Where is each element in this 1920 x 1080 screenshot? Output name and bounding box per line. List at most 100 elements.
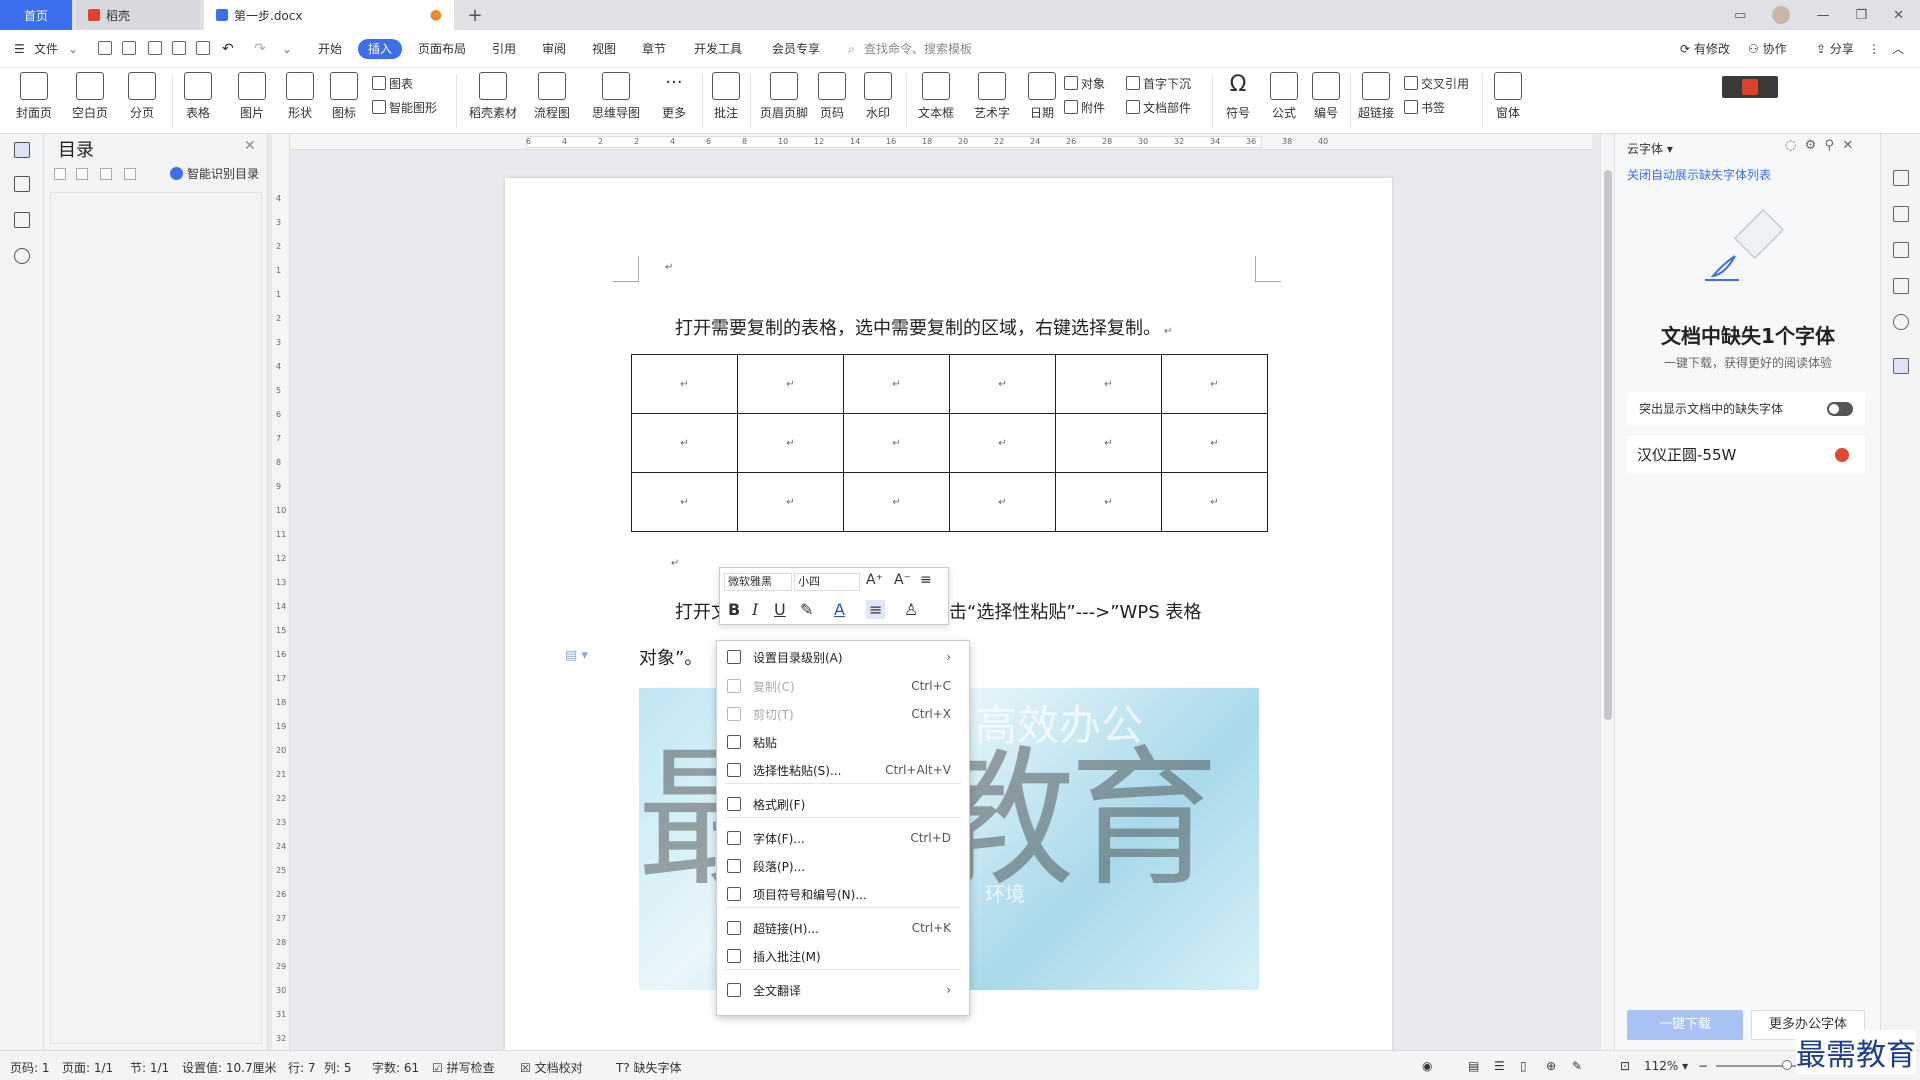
close-icon[interactable]: ✕ <box>244 138 256 154</box>
collapse-all-icon[interactable] <box>76 168 88 180</box>
smart-toc-button[interactable]: 智能识别目录 <box>170 165 259 182</box>
missing-font-item[interactable]: 汉仪正圆-55W <box>1627 436 1865 474</box>
collapse-ribbon-icon[interactable]: ︿ <box>1892 39 1904 59</box>
undo-icon[interactable]: ↶ <box>222 39 234 59</box>
more-options-icon[interactable]: ⋮ <box>1868 39 1880 59</box>
textbox-button[interactable]: 文本框 <box>912 72 960 121</box>
download-all-button[interactable]: 一键下载 <box>1627 1010 1743 1040</box>
select-icon[interactable] <box>1893 242 1909 258</box>
fit-page-icon[interactable]: ⊡ <box>1620 1059 1630 1073</box>
vertical-ruler[interactable]: 4 3 2 1 1 2 3 4 5 6 7 8 9 10 11 12 13 14 15 16 17 18 19 20 21 22 2… <box>272 134 290 1050</box>
close-auto-show-link[interactable]: 关闭自动展示缺失字体列表 <box>1627 166 1771 183</box>
menu-developer[interactable]: 开发工具 <box>694 39 742 59</box>
status-page[interactable]: 页码: 1 <box>10 1059 50 1076</box>
dropcap-button[interactable]: 首字下沉 <box>1126 74 1191 92</box>
page-view-icon[interactable]: ▤ <box>1468 1059 1479 1073</box>
line-spacing-icon[interactable]: ≡ <box>920 572 932 588</box>
tab-home[interactable]: 首页 <box>0 0 72 30</box>
date-button[interactable]: 日期 <box>1018 72 1066 121</box>
font-color-icon[interactable]: A <box>834 600 845 619</box>
web-view-icon[interactable]: ⊕ <box>1546 1059 1556 1073</box>
context-menu-item[interactable]: 全文翻译 › <box>717 977 969 1003</box>
shrink-font-icon[interactable]: A⁻ <box>894 572 911 588</box>
tab-daoke[interactable]: 稻壳 <box>76 0 200 30</box>
hamburger-icon[interactable]: ☰ <box>14 39 25 59</box>
style-icon[interactable]: ♙ <box>904 600 918 619</box>
hyperlink-button[interactable]: 超链接 <box>1352 72 1400 121</box>
table-cell[interactable]: ↵ <box>1161 472 1268 532</box>
redo-icon[interactable]: ↷ <box>254 39 266 59</box>
table-cell[interactable]: ↵ <box>1055 354 1162 414</box>
pen-icon[interactable] <box>1893 206 1909 222</box>
chapter-nav-icon[interactable] <box>14 176 30 192</box>
settings-icon[interactable]: ⚙ <box>1805 138 1817 153</box>
grow-font-icon[interactable]: A⁺ <box>866 572 883 588</box>
restore-button[interactable]: ❐ <box>1855 8 1867 23</box>
menu-start[interactable]: 开始 <box>318 39 342 59</box>
table-cell[interactable]: ↵ <box>843 472 950 532</box>
shape-button[interactable]: 形状 <box>276 72 324 121</box>
layout-icon[interactable]: ▭ <box>1734 8 1746 23</box>
brush-icon[interactable] <box>1893 170 1909 186</box>
tab-document[interactable]: 第一步.docx ● <box>204 0 454 30</box>
menu-member[interactable]: 会员专享 <box>772 39 820 59</box>
table-cell[interactable]: ↵ <box>737 413 844 473</box>
cloud-font-rail-icon[interactable] <box>1893 358 1909 374</box>
new-doc-icon[interactable] <box>98 41 112 55</box>
remove-item-icon[interactable] <box>124 168 136 180</box>
table-cell[interactable]: ↵ <box>843 413 950 473</box>
table-button[interactable]: 表格 <box>174 72 222 121</box>
cloud-font-header[interactable]: 云字体 ▾ <box>1627 140 1673 157</box>
blank-page-button[interactable]: 空白页 <box>66 72 114 121</box>
italic-button[interactable]: I <box>752 600 758 619</box>
mindmap-button[interactable]: 思维导图 <box>586 72 646 121</box>
header-footer-button[interactable]: 页眉页脚 <box>754 72 814 121</box>
download-font-icon[interactable] <box>1835 448 1849 462</box>
menu-section[interactable]: 章节 <box>642 39 666 59</box>
paragraph-2-right[interactable]: 键点击“选择性粘贴”--->”WPS 表格 <box>913 598 1201 624</box>
outline-icon[interactable] <box>14 142 30 158</box>
format-painter-icon[interactable] <box>148 41 162 55</box>
comment-button[interactable]: 批注 <box>702 72 750 121</box>
chart-button[interactable]: 图表 <box>372 74 413 92</box>
picture-button[interactable]: 图片 <box>228 72 276 121</box>
proofread-button[interactable]: ☒ 文档校对 <box>520 1059 583 1076</box>
table-cell[interactable]: ↵ <box>631 413 738 473</box>
zoom-level[interactable]: 112% ▾ <box>1644 1059 1688 1073</box>
table-cell[interactable]: ↵ <box>1161 413 1268 473</box>
underline-button[interactable]: U <box>774 600 786 619</box>
bold-button[interactable]: B <box>728 600 740 619</box>
form-window-button[interactable]: 窗体 <box>1484 72 1532 121</box>
quick-access-more-icon[interactable]: ⌄ <box>282 39 292 59</box>
table-cell[interactable]: ↵ <box>949 472 1056 532</box>
flowchart-button[interactable]: 流程图 <box>528 72 576 121</box>
horizontal-ruler[interactable]: 6 4 2 2 4 6 8 10 12 14 16 18 20 22 24 26 28 30 32 34 36 38 40 <box>290 134 1592 150</box>
help-icon[interactable] <box>1893 314 1909 330</box>
bookmark-nav-icon[interactable] <box>14 212 30 228</box>
highlight-missing-switch[interactable] <box>1827 402 1853 416</box>
context-menu-item[interactable]: 设置目录级别(A) › <box>717 644 969 670</box>
context-menu-item[interactable]: 复制(C) Ctrl+C <box>717 673 969 699</box>
status-setting[interactable]: 设置值: 10.7厘米 <box>182 1059 277 1076</box>
table-cell[interactable]: ↵ <box>1161 354 1268 414</box>
object-button[interactable]: 对象 <box>1064 74 1105 92</box>
read-view-icon[interactable]: ▯ <box>1520 1059 1527 1073</box>
close-panel-icon[interactable]: ✕ <box>1842 138 1853 153</box>
status-pages[interactable]: 页面: 1/1 <box>62 1059 113 1076</box>
table-cell[interactable]: ↵ <box>1055 472 1162 532</box>
more-button[interactable]: ··· 更多 <box>650 72 698 121</box>
recording-widget[interactable] <box>1722 76 1778 98</box>
chat-icon[interactable]: ◌ <box>1785 138 1796 153</box>
context-menu-item[interactable]: 超链接(H)... Ctrl+K <box>717 915 969 941</box>
highlight-icon[interactable]: ✎ <box>800 600 813 619</box>
scrollbar-thumb[interactable] <box>1604 170 1612 720</box>
outline-view-icon[interactable]: ☰ <box>1494 1059 1505 1073</box>
paragraph-1[interactable]: 打开需要复制的表格，选中需要复制的区域，右键选择复制。 ↵ <box>675 314 1172 340</box>
page-number-button[interactable]: 页码 <box>808 72 856 121</box>
material-button[interactable]: 稻壳素材 <box>466 72 520 121</box>
attachment-button[interactable]: 附件 <box>1064 98 1105 116</box>
table-cell[interactable]: ↵ <box>1055 413 1162 473</box>
menu-view[interactable]: 视图 <box>592 39 616 59</box>
menu-references[interactable]: 引用 <box>492 39 516 59</box>
bookmark-button[interactable]: 书签 <box>1404 98 1445 116</box>
